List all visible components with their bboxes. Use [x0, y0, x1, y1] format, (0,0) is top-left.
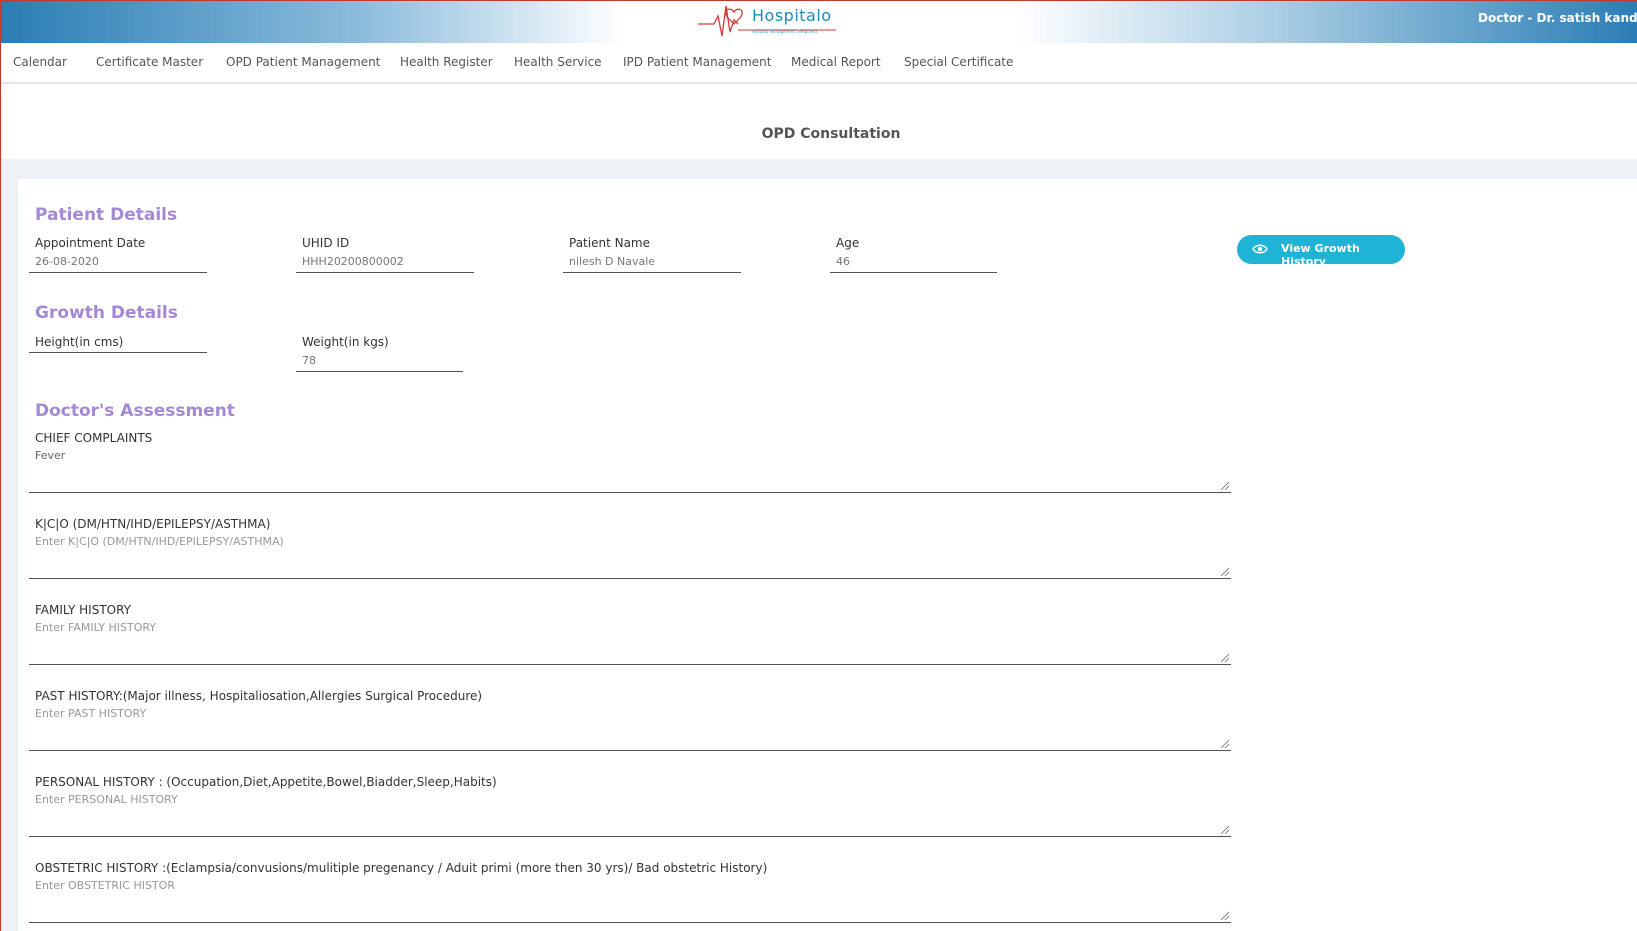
age-label: Age — [836, 236, 860, 250]
chief-complaints-label: CHIEF COMPLAINTS — [35, 431, 153, 445]
resize-handle-icon[interactable] — [1219, 652, 1229, 662]
doctors-assessment-heading: Doctor's Assessment — [35, 401, 235, 421]
weight-label: Weight(in kgs) — [302, 335, 389, 349]
consultation-form-card: Patient Details Appointment Date 26-08-2… — [18, 179, 1637, 931]
resize-handle-icon[interactable] — [1219, 910, 1229, 920]
uhid-field[interactable]: HHH20200800002 — [296, 253, 474, 273]
doctor-user-label[interactable]: Doctor - Dr. satish kandregu — [1478, 11, 1637, 25]
resize-handle-icon[interactable] — [1219, 738, 1229, 748]
top-header-bar: Hospitalo Hospital Management Simplified… — [1, 1, 1637, 43]
nav-item-opd-patient-management[interactable]: OPD Patient Management — [226, 55, 380, 69]
page-title: OPD Consultation — [761, 126, 901, 142]
nav-item-health-register[interactable]: Health Register — [400, 55, 493, 69]
logo-subtext: Hospital Management Simplified — [752, 29, 818, 34]
patient-details-heading: Patient Details — [35, 205, 178, 225]
view-growth-history-label: View Growth History — [1281, 242, 1360, 268]
patient-name-field[interactable]: nilesh D Navale — [563, 253, 741, 273]
uhid-label: UHID ID — [302, 236, 350, 250]
growth-details-heading: Growth Details — [35, 303, 178, 323]
personal-history-label: PERSONAL HISTORY : (Occupation,Diet,Appe… — [35, 775, 497, 789]
resize-handle-icon[interactable] — [1219, 824, 1229, 834]
past-history-label: PAST HISTORY:(Major illness, Hospitalios… — [35, 689, 483, 703]
kco-label: K|C|O (DM/HTN/IHD/EPILEPSY/ASTHMA) — [35, 517, 271, 531]
nav-item-ipd-patient-management[interactable]: IPD Patient Management — [623, 55, 771, 69]
main-nav: Calendar Certificate Master OPD Patient … — [1, 43, 1637, 83]
view-growth-history-button[interactable]: View Growth History — [1237, 235, 1405, 268]
chief-complaints-textarea[interactable]: Fever — [29, 449, 1231, 493]
nav-item-special-certificate[interactable]: Special Certificate — [904, 55, 1013, 69]
resize-handle-icon[interactable] — [1219, 480, 1229, 490]
nav-item-medical-report[interactable]: Medical Report — [791, 55, 881, 69]
nav-item-health-service[interactable]: Health Service — [514, 55, 602, 69]
nav-item-calendar[interactable]: Calendar — [13, 55, 67, 69]
age-field[interactable]: 46 — [830, 253, 997, 273]
family-history-label: FAMILY HISTORY — [35, 603, 131, 617]
past-history-textarea[interactable]: Enter PAST HISTORY — [29, 707, 1231, 751]
obstetric-history-textarea[interactable]: Enter OBSTETRIC HISTOR — [29, 879, 1231, 923]
kco-textarea[interactable]: Enter K|C|O (DM/HTN/IHD/EPILEPSY/ASTHMA) — [29, 535, 1231, 579]
logo-text: Hospitalo — [752, 6, 832, 25]
height-field[interactable] — [29, 333, 207, 353]
hospitalo-logo[interactable]: Hospitalo Hospital Management Simplified — [696, 2, 841, 42]
patient-name-label: Patient Name — [569, 236, 650, 250]
personal-history-textarea[interactable]: Enter PERSONAL HISTORY — [29, 793, 1231, 837]
nav-item-certificate-master[interactable]: Certificate Master — [96, 55, 203, 69]
page-header: OPD Consultation — [1, 84, 1637, 159]
family-history-textarea[interactable]: Enter FAMILY HISTORY — [29, 621, 1231, 665]
resize-handle-icon[interactable] — [1219, 566, 1229, 576]
weight-field[interactable]: 78 — [296, 352, 463, 372]
appointment-date-label: Appointment Date — [35, 236, 146, 250]
appointment-date-field[interactable]: 26-08-2020 — [29, 253, 207, 273]
obstetric-history-label: OBSTETRIC HISTORY :(Eclampsia/convusions… — [35, 861, 768, 875]
eye-icon — [1252, 244, 1268, 254]
